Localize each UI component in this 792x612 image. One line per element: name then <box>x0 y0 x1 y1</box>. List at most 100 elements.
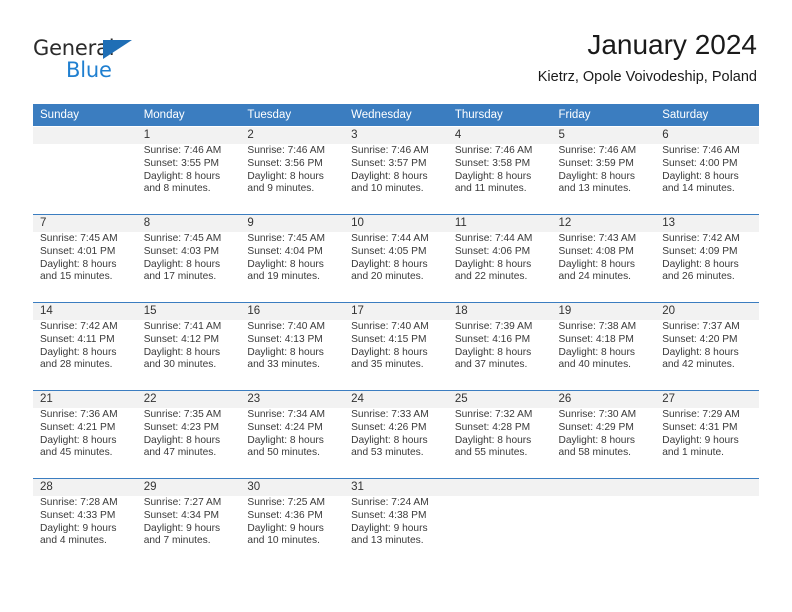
day-number[interactable]: 9 <box>240 214 345 232</box>
day-number[interactable]: 23 <box>240 390 345 408</box>
day-number[interactable]: 25 <box>447 390 552 408</box>
day-cell[interactable]: Sunrise: 7:25 AM Sunset: 4:36 PM Dayligh… <box>240 496 345 566</box>
sunrise-text: Sunrise: 7:43 AM <box>558 233 637 244</box>
day-cell[interactable]: Sunrise: 7:42 AM Sunset: 4:09 PM Dayligh… <box>655 232 759 303</box>
sunset-text: Sunset: 4:18 PM <box>558 333 634 345</box>
day-number[interactable]: 24 <box>344 390 448 408</box>
daylight-text-cont: and 10 minutes. <box>247 535 320 547</box>
day-cell[interactable] <box>551 496 656 566</box>
day-cell[interactable]: Sunrise: 7:45 AM Sunset: 4:04 PM Dayligh… <box>240 232 345 303</box>
sunset-text: Sunset: 4:34 PM <box>143 509 220 521</box>
day-cell[interactable]: Sunrise: 7:24 AM Sunset: 4:38 PM Dayligh… <box>344 496 448 566</box>
daylight-text-cont: and 58 minutes. <box>558 447 632 459</box>
daylight-text: Daylight: 8 hours <box>143 258 221 270</box>
weekday-header-thursday: Thursday <box>447 104 552 127</box>
day-number[interactable]: 18 <box>447 302 552 320</box>
sunset-text: Sunset: 4:05 PM <box>351 245 427 257</box>
day-number[interactable] <box>447 478 552 496</box>
day-number[interactable]: 4 <box>447 126 552 144</box>
day-cell[interactable]: Sunrise: 7:45 AM Sunset: 4:01 PM Dayligh… <box>33 232 137 303</box>
sunrise-text: Sunrise: 7:44 AM <box>351 233 429 244</box>
daylight-text-cont: and 30 minutes. <box>143 359 217 371</box>
day-cell[interactable]: Sunrise: 7:46 AM Sunset: 3:59 PM Dayligh… <box>551 144 656 215</box>
sunset-text: Sunset: 4:15 PM <box>351 333 427 345</box>
sunset-text: Sunset: 4:24 PM <box>247 421 323 433</box>
day-number[interactable]: 13 <box>655 214 759 232</box>
day-number[interactable]: 6 <box>655 126 759 144</box>
day-cell[interactable]: Sunrise: 7:40 AM Sunset: 4:15 PM Dayligh… <box>344 320 448 391</box>
day-number[interactable]: 28 <box>33 478 137 496</box>
day-number[interactable] <box>551 478 656 496</box>
logo-triangle-icon <box>103 40 132 59</box>
day-number[interactable]: 1 <box>136 126 241 144</box>
day-number[interactable]: 14 <box>33 302 137 320</box>
day-number[interactable]: 12 <box>551 214 656 232</box>
day-cell[interactable]: Sunrise: 7:34 AM Sunset: 4:24 PM Dayligh… <box>240 408 345 479</box>
day-number[interactable]: 21 <box>33 390 137 408</box>
weekday-header-saturday: Saturday <box>655 104 759 127</box>
sunrise-text: Sunrise: 7:28 AM <box>40 497 118 508</box>
day-number[interactable]: 31 <box>344 478 448 496</box>
day-cell[interactable]: Sunrise: 7:44 AM Sunset: 4:05 PM Dayligh… <box>344 232 448 303</box>
sunset-text: Sunset: 4:03 PM <box>143 245 220 257</box>
sunset-text: Sunset: 4:06 PM <box>454 245 531 257</box>
daylight-text: Daylight: 8 hours <box>558 346 635 358</box>
day-number[interactable]: 22 <box>136 390 241 408</box>
day-number[interactable]: 3 <box>344 126 448 144</box>
day-number[interactable]: 10 <box>344 214 448 232</box>
day-number[interactable]: 8 <box>136 214 241 232</box>
daylight-text-cont: and 53 minutes. <box>351 447 424 459</box>
day-cell[interactable]: Sunrise: 7:43 AM Sunset: 4:08 PM Dayligh… <box>551 232 656 303</box>
day-cell[interactable]: Sunrise: 7:38 AM Sunset: 4:18 PM Dayligh… <box>551 320 656 391</box>
sunset-text: Sunset: 4:16 PM <box>454 333 531 345</box>
day-cell[interactable]: Sunrise: 7:46 AM Sunset: 3:56 PM Dayligh… <box>240 144 345 215</box>
sunrise-text: Sunrise: 7:45 AM <box>40 233 118 244</box>
day-cell[interactable]: Sunrise: 7:46 AM Sunset: 3:58 PM Dayligh… <box>447 144 552 215</box>
day-number[interactable] <box>33 126 137 144</box>
day-cell[interactable]: Sunrise: 7:44 AM Sunset: 4:06 PM Dayligh… <box>447 232 552 303</box>
day-cell[interactable]: Sunrise: 7:30 AM Sunset: 4:29 PM Dayligh… <box>551 408 656 479</box>
day-cell[interactable] <box>655 496 759 566</box>
sunset-text: Sunset: 4:26 PM <box>351 421 427 433</box>
day-cell[interactable]: Sunrise: 7:33 AM Sunset: 4:26 PM Dayligh… <box>344 408 448 479</box>
day-cell[interactable]: Sunrise: 7:41 AM Sunset: 4:12 PM Dayligh… <box>136 320 241 391</box>
day-cell[interactable]: Sunrise: 7:27 AM Sunset: 4:34 PM Dayligh… <box>136 496 241 566</box>
day-number[interactable]: 15 <box>136 302 241 320</box>
day-cell[interactable]: Sunrise: 7:36 AM Sunset: 4:21 PM Dayligh… <box>33 408 137 479</box>
day-cell[interactable]: Sunrise: 7:37 AM Sunset: 4:20 PM Dayligh… <box>655 320 759 391</box>
daylight-text: Daylight: 8 hours <box>40 434 117 446</box>
day-number[interactable]: 2 <box>240 126 345 144</box>
day-number[interactable]: 29 <box>136 478 241 496</box>
daylight-text: Daylight: 9 hours <box>351 522 428 534</box>
day-number[interactable]: 20 <box>655 302 759 320</box>
day-cell[interactable]: Sunrise: 7:46 AM Sunset: 4:00 PM Dayligh… <box>655 144 759 215</box>
day-cell[interactable]: Sunrise: 7:45 AM Sunset: 4:03 PM Dayligh… <box>136 232 241 303</box>
day-number[interactable]: 7 <box>33 214 137 232</box>
day-number[interactable]: 17 <box>344 302 448 320</box>
day-cell[interactable]: Sunrise: 7:29 AM Sunset: 4:31 PM Dayligh… <box>655 408 759 479</box>
day-number[interactable] <box>655 478 759 496</box>
daylight-text-cont: and 26 minutes. <box>662 271 735 283</box>
day-cell[interactable]: Sunrise: 7:35 AM Sunset: 4:23 PM Dayligh… <box>136 408 241 479</box>
day-number[interactable]: 19 <box>551 302 656 320</box>
day-cell[interactable]: Sunrise: 7:46 AM Sunset: 3:55 PM Dayligh… <box>136 144 241 215</box>
day-cell[interactable] <box>33 144 137 215</box>
weekday-header-friday: Friday <box>551 104 656 127</box>
day-number[interactable]: 5 <box>551 126 656 144</box>
day-cell[interactable]: Sunrise: 7:28 AM Sunset: 4:33 PM Dayligh… <box>33 496 137 566</box>
day-cell[interactable]: Sunrise: 7:32 AM Sunset: 4:28 PM Dayligh… <box>447 408 552 479</box>
day-cell[interactable]: Sunrise: 7:42 AM Sunset: 4:11 PM Dayligh… <box>33 320 137 391</box>
week-row-details: Sunrise: 7:46 AM Sunset: 3:55 PM Dayligh… <box>33 144 759 215</box>
day-number[interactable]: 11 <box>447 214 552 232</box>
day-cell[interactable]: Sunrise: 7:39 AM Sunset: 4:16 PM Dayligh… <box>447 320 552 391</box>
daylight-text-cont: and 20 minutes. <box>351 271 424 283</box>
day-cell[interactable]: Sunrise: 7:40 AM Sunset: 4:13 PM Dayligh… <box>240 320 345 391</box>
day-number[interactable]: 26 <box>551 390 656 408</box>
day-number[interactable]: 30 <box>240 478 345 496</box>
day-number[interactable]: 27 <box>655 390 759 408</box>
day-cell[interactable] <box>447 496 552 566</box>
daylight-text: Daylight: 8 hours <box>351 434 428 446</box>
day-number[interactable]: 16 <box>240 302 345 320</box>
sunrise-text: Sunrise: 7:46 AM <box>662 145 740 156</box>
day-cell[interactable]: Sunrise: 7:46 AM Sunset: 3:57 PM Dayligh… <box>344 144 448 215</box>
